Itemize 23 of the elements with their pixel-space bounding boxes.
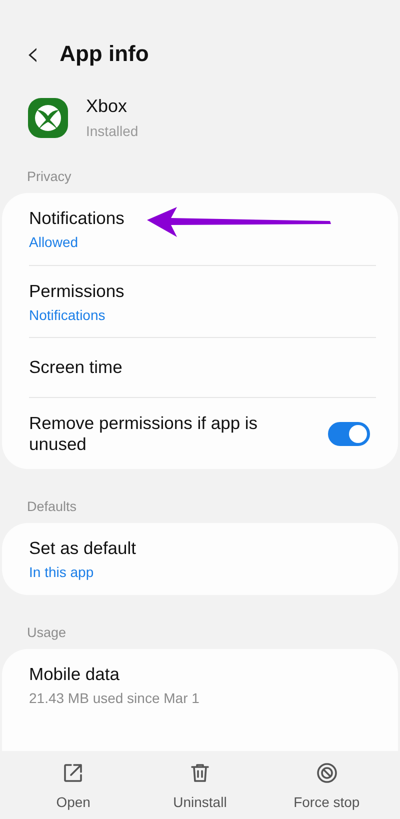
setting-subtitle: In this app [29, 564, 95, 580]
setting-subtitle: Allowed [29, 234, 80, 250]
page-title: App info [60, 41, 149, 67]
toggle-switch[interactable] [328, 422, 370, 446]
app-name: Xbox [86, 96, 128, 117]
setting-title[interactable]: Notifications [29, 208, 124, 229]
action-button[interactable]: Force stop [272, 760, 382, 810]
section-title: Usage [26, 624, 68, 642]
section-title: Defaults [26, 498, 78, 516]
action-button[interactable]: Open [18, 760, 128, 810]
section-title: Privacy [26, 168, 72, 186]
setting-title[interactable]: Screen time [29, 357, 122, 378]
block-icon [314, 760, 339, 784]
action-button[interactable]: Uninstall [144, 760, 255, 810]
setting-title[interactable]: Set as default [29, 538, 136, 559]
app-status: Installed [86, 123, 138, 139]
setting-subtitle: 21.43 MB used since Mar 1 [29, 690, 200, 706]
xbox-logo-icon [28, 98, 68, 138]
setting-title[interactable]: Mobile data [29, 664, 200, 685]
back-button[interactable]: ‹ [22, 37, 44, 71]
setting-title[interactable]: Permissions [29, 280, 124, 302]
setting-subtitle: Notifications [29, 306, 106, 322]
setting-title[interactable]: Remove permissions if app is unused [29, 412, 299, 454]
